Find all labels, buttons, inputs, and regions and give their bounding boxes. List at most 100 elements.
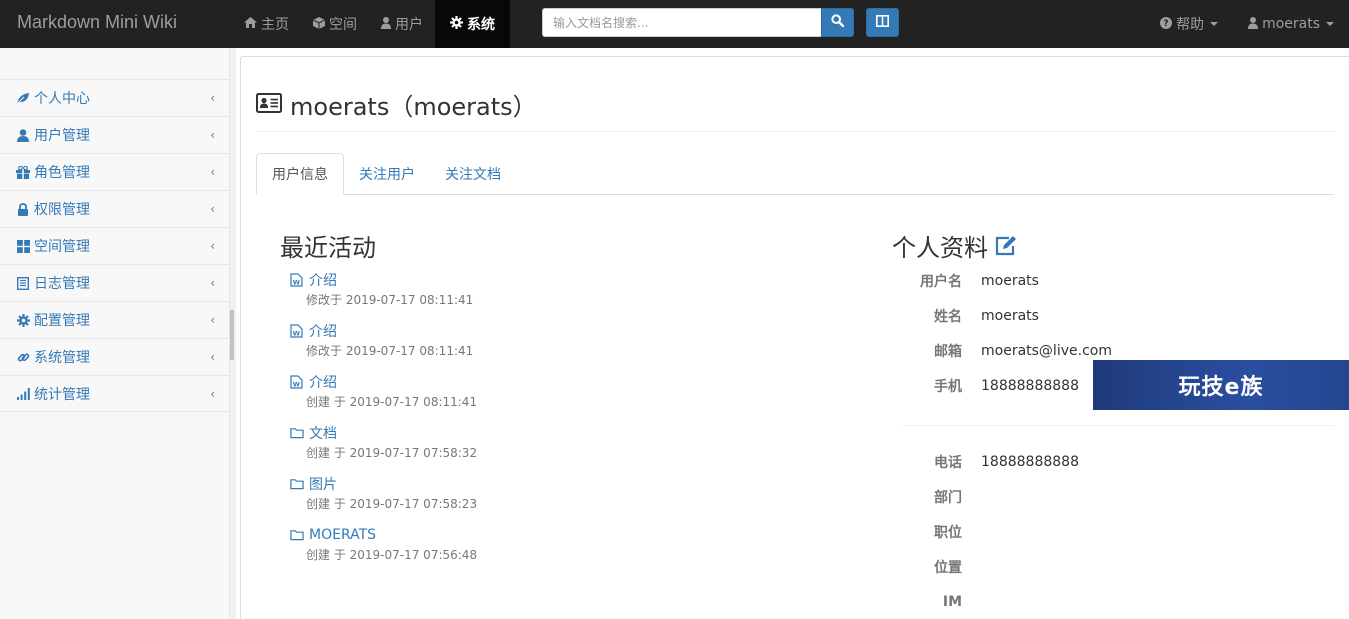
search-icon [831,14,845,31]
profile-row: 用户名 moerats [892,271,1342,291]
list-item: 文档 创建 于 2019-07-17 07:58:32 [290,423,477,474]
word-file-icon: W [290,324,304,338]
search-input[interactable] [542,8,822,37]
sidebar-item-log-mgmt[interactable]: 日志管理 ‹ [0,264,230,301]
question-circle-icon: ? [1160,16,1173,32]
top-navbar: Markdown Mini Wiki 主页 空间 用户 系统 输入文档名搜索..… [0,0,1349,48]
profile-heading-text: 个人资料 [892,234,988,262]
lock-icon [15,202,31,216]
layout-toggle-button[interactable] [866,8,899,37]
sidebar-item-permission-mgmt[interactable]: 权限管理 ‹ [0,190,230,227]
activity-name: 介绍 [309,324,337,340]
activity-link[interactable]: 文档 [290,423,477,443]
watermark-banner: 玩技e族 [1093,360,1349,410]
help-dropdown[interactable]: ? 帮助 [1145,0,1233,48]
user-dropdown-label: moerats [1262,16,1320,32]
activity-heading: 最近活动 [280,234,376,262]
activity-link[interactable]: W 介绍 [290,372,477,392]
tab-followed-users[interactable]: 关注用户 [344,153,430,195]
activity-name: 文档 [309,426,337,442]
chevron-left-icon: ‹ [210,313,215,327]
folder-icon [290,427,304,439]
profile-label: 电话 [934,455,962,471]
user-icon [1248,16,1259,32]
user-dropdown[interactable]: moerats [1233,0,1349,48]
caret-down-icon [1210,22,1219,26]
nav-home[interactable]: 主页 [232,0,301,48]
title-divider [256,131,1334,132]
activity-meta: 修改于 2019-07-17 08:11:41 [306,293,474,307]
nav-system[interactable]: 系统 [435,0,510,48]
sidebar-item-label: 空间管理 [34,239,90,255]
activity-link[interactable]: MOERATS [290,525,477,545]
profile-row: IM [892,592,1342,612]
profile-label: 职位 [934,525,962,541]
folder-icon [290,478,304,490]
sidebar-item-personal-center[interactable]: 个人中心 ‹ [0,79,230,116]
profile-label: 位置 [934,560,962,576]
caret-down-icon [1326,22,1334,26]
profile-heading: 个人资料 [892,228,1018,263]
help-label: 帮助 [1176,17,1205,33]
activity-link[interactable]: W 介绍 [290,270,477,290]
sidebar-item-space-mgmt[interactable]: 空间管理 ‹ [0,227,230,264]
list-item: W 介绍 创建 于 2019-07-17 08:11:41 [290,372,477,423]
activity-meta: 修改于 2019-07-17 08:11:41 [306,344,474,358]
sidebar-item-role-mgmt[interactable]: 角色管理 ‹ [0,153,230,190]
profile-label: 部门 [934,490,962,506]
svg-text:W: W [293,330,300,338]
activity-link[interactable]: 图片 [290,474,477,494]
activity-meta: 创建 于 2019-07-17 07:58:32 [306,446,478,460]
search-button[interactable] [821,8,854,37]
sidebar-scrollbar-thumb[interactable] [230,310,234,360]
sidebar-item-label: 角色管理 [34,165,90,181]
nav-space[interactable]: 空间 [301,0,369,48]
nav-user[interactable]: 用户 [369,0,435,48]
tab-followed-docs[interactable]: 关注文档 [430,153,516,195]
profile-value: 18888888888 [981,378,1079,394]
profile-row: 部门 [892,487,1342,507]
sidebar-item-system-mgmt[interactable]: 系统管理 ‹ [0,338,230,375]
chevron-left-icon: ‹ [210,386,215,401]
user-icon [15,128,31,142]
nav-system-label: 系统 [467,17,495,33]
nav-home-label: 主页 [261,17,289,33]
profile-tabs: 用户信息 关注用户 关注文档 [256,153,1334,195]
link-icon [15,351,31,364]
sidebar-item-label: 配置管理 [34,313,90,329]
activity-name: 图片 [309,477,337,493]
svg-text:W: W [293,279,300,287]
sidebar-item-label: 权限管理 [34,202,90,218]
brand-logo[interactable]: Markdown Mini Wiki [17,12,177,33]
cog-icon [15,313,31,327]
profile-label: 用户名 [920,274,962,290]
user-icon [381,16,391,32]
chevron-left-icon: ‹ [210,128,215,142]
columns-icon [876,14,889,31]
grid-icon [15,239,31,253]
tab-user-info[interactable]: 用户信息 [256,153,344,195]
activity-link[interactable]: W 介绍 [290,321,477,341]
activity-list: W 介绍 修改于 2019-07-17 08:11:41 W 介绍 修改于 20… [290,270,477,576]
profile-row: 职位 [892,522,1342,542]
edit-icon[interactable] [994,235,1018,257]
chevron-left-icon: ‹ [210,91,215,105]
sidebar-item-label: 统计管理 [34,386,90,403]
main-nav: 主页 空间 用户 系统 [232,0,510,48]
sidebar-item-user-mgmt[interactable]: 用户管理 ‹ [0,116,230,153]
id-card-icon [256,91,282,119]
profile-value: moerats [981,273,1039,289]
page-title: moerats（moerats） [256,87,537,122]
activity-meta: 创建 于 2019-07-17 07:56:48 [306,548,478,562]
sidebar-item-label: 日志管理 [34,276,90,292]
profile-value: moerats [981,308,1039,324]
list-item: W 介绍 修改于 2019-07-17 08:11:41 [290,270,477,321]
folder-icon [290,529,304,541]
svg-text:?: ? [1163,19,1168,29]
cube-icon [312,16,326,32]
chevron-left-icon: ‹ [210,165,215,179]
profile-value: moerats@live.com [981,343,1112,359]
sidebar-item-stats-mgmt[interactable]: 统计管理 ‹ [0,375,230,412]
chevron-left-icon: ‹ [210,202,215,216]
sidebar-item-config-mgmt[interactable]: 配置管理 ‹ [0,301,230,338]
